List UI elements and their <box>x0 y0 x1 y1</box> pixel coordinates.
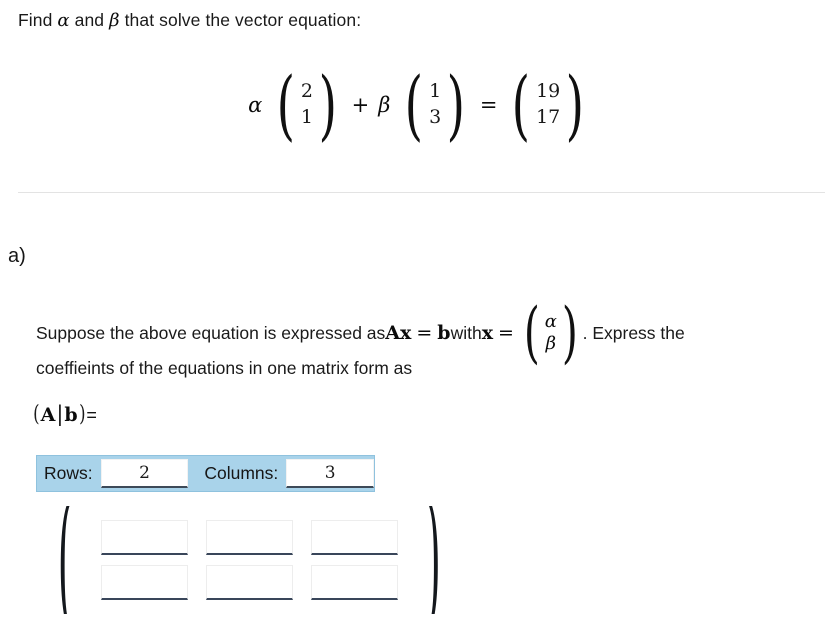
prompt-text-before: Find <box>18 10 58 30</box>
x-vector-top: α <box>544 310 557 332</box>
vector-equation: α ( 2 1 ) + β ( 1 3 ) = ( 19 17 ) <box>0 60 838 149</box>
rows-label: Rows: <box>44 463 93 483</box>
right-paren-icon: ) <box>78 402 86 427</box>
right-paren-icon: ) <box>318 60 338 149</box>
question-text-line-1: Suppose the above equation is expressed … <box>36 294 685 371</box>
vector-x-value: (α β) <box>519 294 583 371</box>
vector-a-top: 2 <box>300 80 313 103</box>
left-paren-icon: ( <box>405 60 424 149</box>
part-label-a: a) <box>8 245 26 267</box>
vector-x-symbol-2: x <box>481 322 494 345</box>
equals-operator: = <box>416 322 433 345</box>
matrix-dimension-panel: Rows: 2 Columns: 3 <box>36 455 375 492</box>
vector-result-top: 19 <box>536 80 561 103</box>
equals-operator: = <box>479 92 498 117</box>
matrix-left-paren-icon: ( <box>57 506 73 614</box>
right-paren-icon: ) <box>446 60 466 149</box>
matrix-cell-r1c1[interactable] <box>100 520 188 555</box>
vector-b-symbol: b <box>437 322 451 345</box>
augmented-matrix-label: (A|b)= <box>32 402 97 427</box>
vector-a: ( 2 1 ) <box>271 60 342 149</box>
left-paren-icon: ( <box>276 60 296 149</box>
alpha-symbol: α <box>57 10 70 31</box>
prompt-text-between: and <box>69 10 110 30</box>
question-text-intro: Suppose the above equation is expressed … <box>36 322 386 343</box>
equals-operator: = <box>86 405 97 425</box>
vector-x-symbol: x <box>400 322 412 345</box>
matrix-A-symbol: A <box>385 322 401 345</box>
right-paren-icon: ) <box>561 294 578 371</box>
left-paren-icon: ( <box>512 60 531 149</box>
columns-label: Columns: <box>204 463 279 483</box>
section-divider <box>18 192 825 193</box>
columns-input[interactable]: 3 <box>286 459 374 488</box>
equation-alpha: α <box>248 92 263 117</box>
question-text-with: with <box>450 322 482 343</box>
matrix-A-symbol: A <box>40 404 56 426</box>
prompt-text-after: that solve the vector equation: <box>119 10 362 30</box>
vector-b: ( 1 3 ) <box>399 60 470 149</box>
vector-b-bottom: 3 <box>429 105 442 128</box>
vector-b-top: 1 <box>429 80 442 103</box>
matrix-cell-r1c3[interactable] <box>310 520 398 555</box>
x-vector-bottom: β <box>545 333 556 355</box>
vector-result-bottom: 17 <box>536 105 561 128</box>
matrix-input-grid <box>100 520 398 600</box>
right-paren-icon: ) <box>565 60 585 149</box>
left-paren-icon: ( <box>33 402 40 427</box>
matrix-cell-r2c2[interactable] <box>205 565 293 600</box>
matrix-cell-r2c1[interactable] <box>100 565 188 600</box>
matrix-cell-r1c2[interactable] <box>205 520 293 555</box>
vector-b-symbol: b <box>64 404 78 426</box>
vector-a-bottom: 1 <box>300 105 313 128</box>
matrix-right-paren-icon: ) <box>425 506 441 614</box>
matrix-cell-r2c3[interactable] <box>310 565 398 600</box>
plus-operator: + <box>351 92 370 117</box>
matrix-entry-area: ( ) <box>36 506 462 614</box>
vector-result: ( 19 17 ) <box>506 60 590 149</box>
question-text-line-2: coeffieints of the equations in one matr… <box>36 358 413 378</box>
left-paren-icon: ( <box>523 294 540 371</box>
equals-operator-2: = <box>498 322 514 345</box>
equation-beta: β <box>378 92 391 117</box>
beta-symbol: β <box>109 10 120 31</box>
question-text-tail: . Express the <box>582 322 685 343</box>
rows-input[interactable]: 2 <box>100 459 189 488</box>
prompt-line: Find α and β that solve the vector equat… <box>18 10 361 31</box>
